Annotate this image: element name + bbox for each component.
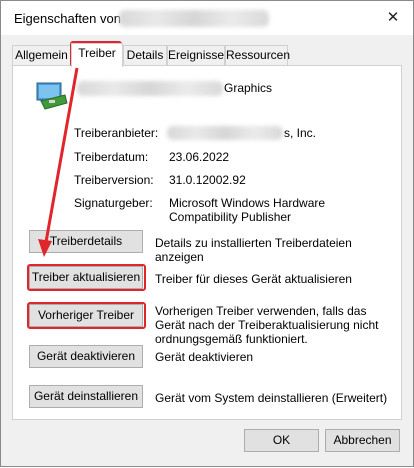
annotation-box-update [27,264,146,291]
tab-treiber[interactable]: Treiber [71,43,123,67]
annotation-box-rollback [27,302,146,329]
window-title: Eigenschaften von [14,11,121,26]
tab-ereignisse[interactable]: Ereignisse [167,45,225,66]
date-label: Treiberdatum: [74,150,149,164]
title-bar[interactable]: Eigenschaften von ✕ [1,1,413,35]
date-value: 23.06.2022 [169,150,230,164]
driver-details-button[interactable]: Treiberdetails [29,230,143,253]
disable-device-button[interactable]: Gerät deaktivieren [29,345,143,368]
device-name: Graphics [224,81,273,95]
ok-button[interactable]: OK [244,429,319,452]
disable-device-description: Gerät deaktivieren [155,350,254,364]
redacted-provider [167,126,283,140]
tab-allgemein[interactable]: Allgemein [12,45,71,66]
tab-ressourcen[interactable]: Ressourcen [225,45,290,66]
rollback-driver-description: Vorherigen Treiber verwenden, falls das … [155,304,379,346]
close-icon[interactable]: ✕ [379,5,407,31]
driver-details-description: Details zu installierten Treiberdateien … [155,236,352,264]
uninstall-device-button[interactable]: Gerät deinstallieren [29,385,143,408]
properties-dialog: Eigenschaften von ✕ Allgemein Treiber De… [0,0,414,467]
version-value: 31.0.12002.92 [169,173,246,187]
update-driver-description: Treiber für dieses Gerät aktualisieren [155,272,352,286]
version-label: Treiberversion: [74,173,154,187]
redacted-device-model [77,81,223,96]
signer-label: Signaturgeber: [74,196,153,210]
provider-value: s, Inc. [284,126,317,140]
display-adapter-icon [36,82,68,110]
signer-value: Microsoft Windows Hardware Compatibility… [169,196,326,224]
cancel-button[interactable]: Abbrechen [325,429,400,452]
redacted-device-name [119,10,269,27]
tab-details[interactable]: Details [123,45,167,66]
uninstall-device-description: Gerät vom System deinstallieren (Erweite… [155,391,388,405]
provider-label: Treiberanbieter: [74,126,159,140]
